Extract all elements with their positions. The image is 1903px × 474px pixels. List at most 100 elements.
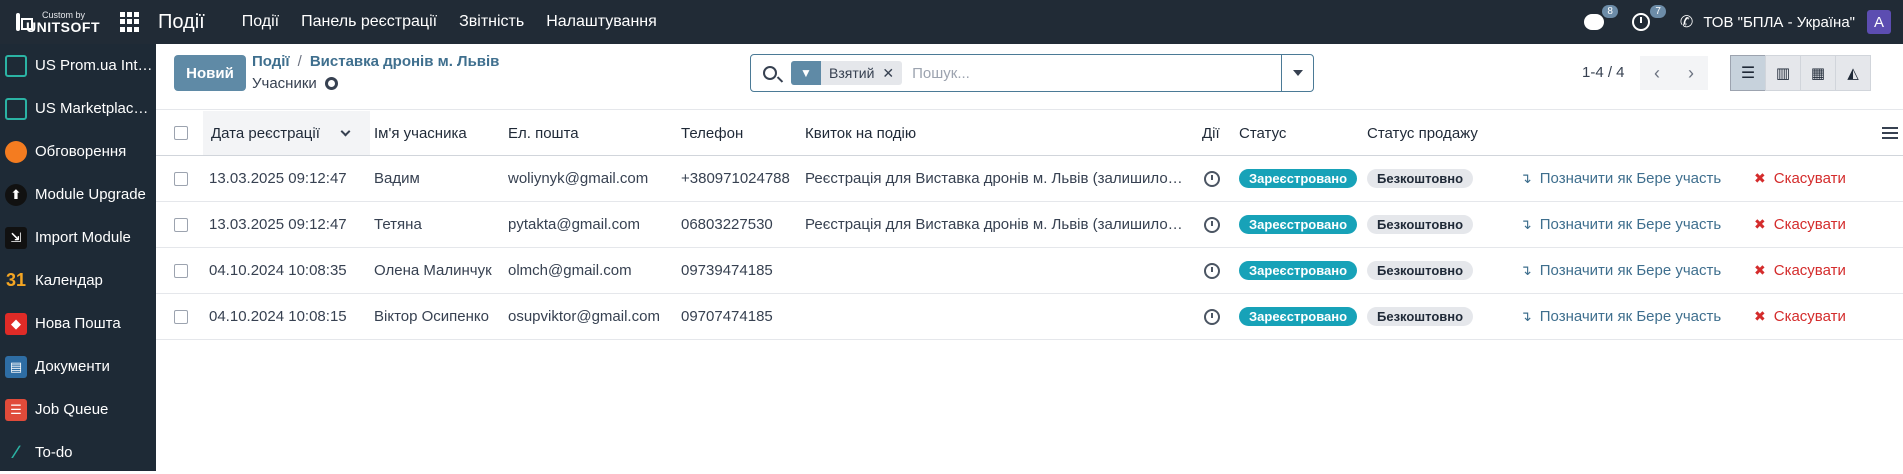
cancel-registration-button[interactable]: ✖ Скасувати	[1754, 294, 1846, 339]
sidebar-item-documents[interactable]: ▤ Документи	[0, 345, 156, 388]
menu-item-events[interactable]: Події	[231, 13, 290, 31]
cancel-registration-button[interactable]: ✖ Скасувати	[1754, 202, 1846, 247]
mark-attending-button[interactable]: ↴ Позначити як Бере участь	[1520, 294, 1721, 339]
chevron-down-icon	[1292, 70, 1303, 76]
column-header-ticket[interactable]: Квиток на подію	[805, 111, 916, 155]
attendees-table: Дата реєстрації Ім'я учасника Ел. пошта …	[156, 111, 1903, 340]
user-avatar[interactable]: A	[1867, 10, 1891, 34]
table-row[interactable]: 04.10.2024 10:08:35 Олена Малинчук olmch…	[156, 248, 1903, 294]
apps-grid-icon[interactable]	[120, 12, 140, 32]
column-header-phone[interactable]: Телефон	[681, 111, 743, 155]
sidebar-item-label: Календар	[35, 272, 103, 289]
sidebar-item-todo[interactable]: ∕ To-do	[0, 431, 156, 474]
activity-button[interactable]	[1204, 156, 1220, 201]
menu-item-registration-desk[interactable]: Панель реєстрації	[290, 13, 448, 31]
column-header-sale-status[interactable]: Статус продажу	[1367, 111, 1478, 155]
level-down-icon: ↴	[1520, 170, 1532, 186]
table-row[interactable]: 13.03.2025 09:12:47 Вадим woliynyk@gmail…	[156, 156, 1903, 202]
cell-phone: +380971024788	[681, 170, 790, 187]
job-queue-icon: ☰	[5, 398, 27, 421]
mark-attending-button[interactable]: ↴ Позначити як Бере участь	[1520, 202, 1721, 247]
status-badge: Зареєстровано	[1239, 294, 1358, 339]
row-checkbox[interactable]	[174, 202, 188, 247]
table-row[interactable]: 04.10.2024 10:08:15 Віктор Осипенко osup…	[156, 294, 1903, 340]
activity-button[interactable]	[1204, 248, 1220, 293]
company-switcher[interactable]: ТОВ "БПЛА - Україна"	[1703, 14, 1855, 31]
clock-icon	[1204, 262, 1220, 279]
sidebar-item-import-module[interactable]: ⇲ Import Module	[0, 216, 156, 259]
menu-item-reporting[interactable]: Звітність	[448, 13, 535, 31]
activity-button[interactable]	[1204, 294, 1220, 339]
sidebar-item-label: Import Module	[35, 229, 131, 246]
kanban-view-button[interactable]: ▥	[1765, 55, 1801, 91]
level-down-icon: ↴	[1520, 308, 1532, 324]
chevron-right-icon: ›	[1688, 62, 1694, 83]
search-input[interactable]	[912, 64, 1213, 82]
sidebar-item-calendar[interactable]: 31 Календар	[0, 259, 156, 302]
sidebar-item-us-marketplace[interactable]: US Marketplace Connector	[0, 87, 156, 130]
column-header-status[interactable]: Статус	[1239, 111, 1286, 155]
cell-date: 04.10.2024 10:08:35	[209, 262, 347, 279]
todo-icon: ∕	[14, 442, 18, 462]
column-header-date-label: Дата реєстрації	[211, 124, 320, 142]
clock-icon	[1204, 308, 1220, 325]
list-view-button[interactable]: ☰	[1730, 55, 1766, 91]
sidebar-item-us-prom[interactable]: US Prom.ua Integration	[0, 44, 156, 87]
cube-icon	[5, 97, 27, 120]
cell-email: woliynyk@gmail.com	[508, 170, 649, 187]
breadcrumb-event[interactable]: Виставка дронів м. Львів	[310, 53, 500, 70]
pager-next-button[interactable]: ›	[1674, 56, 1708, 90]
sidebar-item-label: Module Upgrade	[35, 186, 146, 203]
kanban-icon: ▥	[1775, 65, 1791, 82]
pager-previous-button[interactable]: ‹	[1640, 56, 1674, 90]
brand-logo[interactable]: Custom by UNITSOFT	[0, 0, 100, 44]
top-menu: Події Панель реєстрації Звітність Налашт…	[231, 13, 668, 31]
search-options-toggle[interactable]	[1281, 55, 1313, 91]
upgrade-icon: ⬆	[5, 183, 27, 206]
mark-attending-button[interactable]: ↴ Позначити як Бере участь	[1520, 248, 1721, 293]
breadcrumb-events[interactable]: Події	[252, 53, 290, 70]
cancel-registration-button[interactable]: ✖ Скасувати	[1754, 248, 1846, 293]
column-header-email[interactable]: Ел. пошта	[508, 111, 579, 155]
app-title[interactable]: Події	[158, 11, 205, 34]
graph-view-button[interactable]: ◭	[1835, 55, 1871, 91]
row-checkbox[interactable]	[174, 156, 188, 201]
sidebar-item-discuss[interactable]: Обговорення	[0, 130, 156, 173]
phone-icon[interactable]: ✆	[1680, 12, 1693, 32]
sliders-icon	[1882, 127, 1898, 139]
sidebar-item-nova-poshta[interactable]: ◆ Нова Пошта	[0, 302, 156, 345]
filter-facet: ▼ Взятий ✕	[791, 61, 903, 85]
sidebar-item-module-upgrade[interactable]: ⬆ Module Upgrade	[0, 173, 156, 216]
select-all-checkbox[interactable]	[174, 111, 188, 155]
optional-columns-toggle[interactable]	[1882, 111, 1898, 155]
column-header-name[interactable]: Ім'я учасника	[374, 111, 467, 155]
facet-label: Взятий	[829, 65, 875, 81]
mark-attending-button[interactable]: ↴ Позначити як Бере участь	[1520, 156, 1721, 201]
close-icon: ✖	[1754, 216, 1766, 232]
new-button[interactable]: Новий	[174, 55, 246, 91]
messages-button[interactable]: 8	[1583, 5, 1618, 33]
cell-ticket: Реєстрація для Виставка дронів м. Львів …	[805, 216, 1187, 233]
activities-button[interactable]: 7	[1631, 5, 1666, 33]
sidebar-item-job-queue[interactable]: ☰ Job Queue	[0, 388, 156, 431]
chat-icon	[1583, 14, 1604, 30]
calendar-view-button[interactable]: ▦	[1800, 55, 1836, 91]
column-header-date[interactable]: Дата реєстрації	[203, 111, 370, 155]
menu-item-settings[interactable]: Налаштування	[535, 13, 668, 31]
pager-value[interactable]: 1-4 / 4	[1582, 64, 1625, 81]
remove-facet-icon[interactable]: ✕	[882, 65, 902, 82]
gear-icon[interactable]	[324, 77, 338, 90]
cell-name: Тетяна	[374, 216, 422, 233]
row-checkbox[interactable]	[174, 294, 188, 339]
top-navbar: Custom by UNITSOFT Події Події Панель ре…	[0, 0, 1903, 44]
activity-button[interactable]	[1204, 202, 1220, 247]
row-checkbox[interactable]	[174, 248, 188, 293]
cell-phone: 09739474185	[681, 262, 773, 279]
level-down-icon: ↴	[1520, 216, 1532, 232]
cube-icon	[5, 54, 27, 77]
table-row[interactable]: 13.03.2025 09:12:47 Тетяна pytakta@gmail…	[156, 202, 1903, 248]
view-switcher: ☰ ▥ ▦ ◭	[1730, 55, 1871, 91]
cancel-registration-button[interactable]: ✖ Скасувати	[1754, 156, 1846, 201]
calendar-icon: ▦	[1810, 65, 1826, 82]
cell-ticket: Реєстрація для Виставка дронів м. Львів …	[805, 170, 1187, 187]
